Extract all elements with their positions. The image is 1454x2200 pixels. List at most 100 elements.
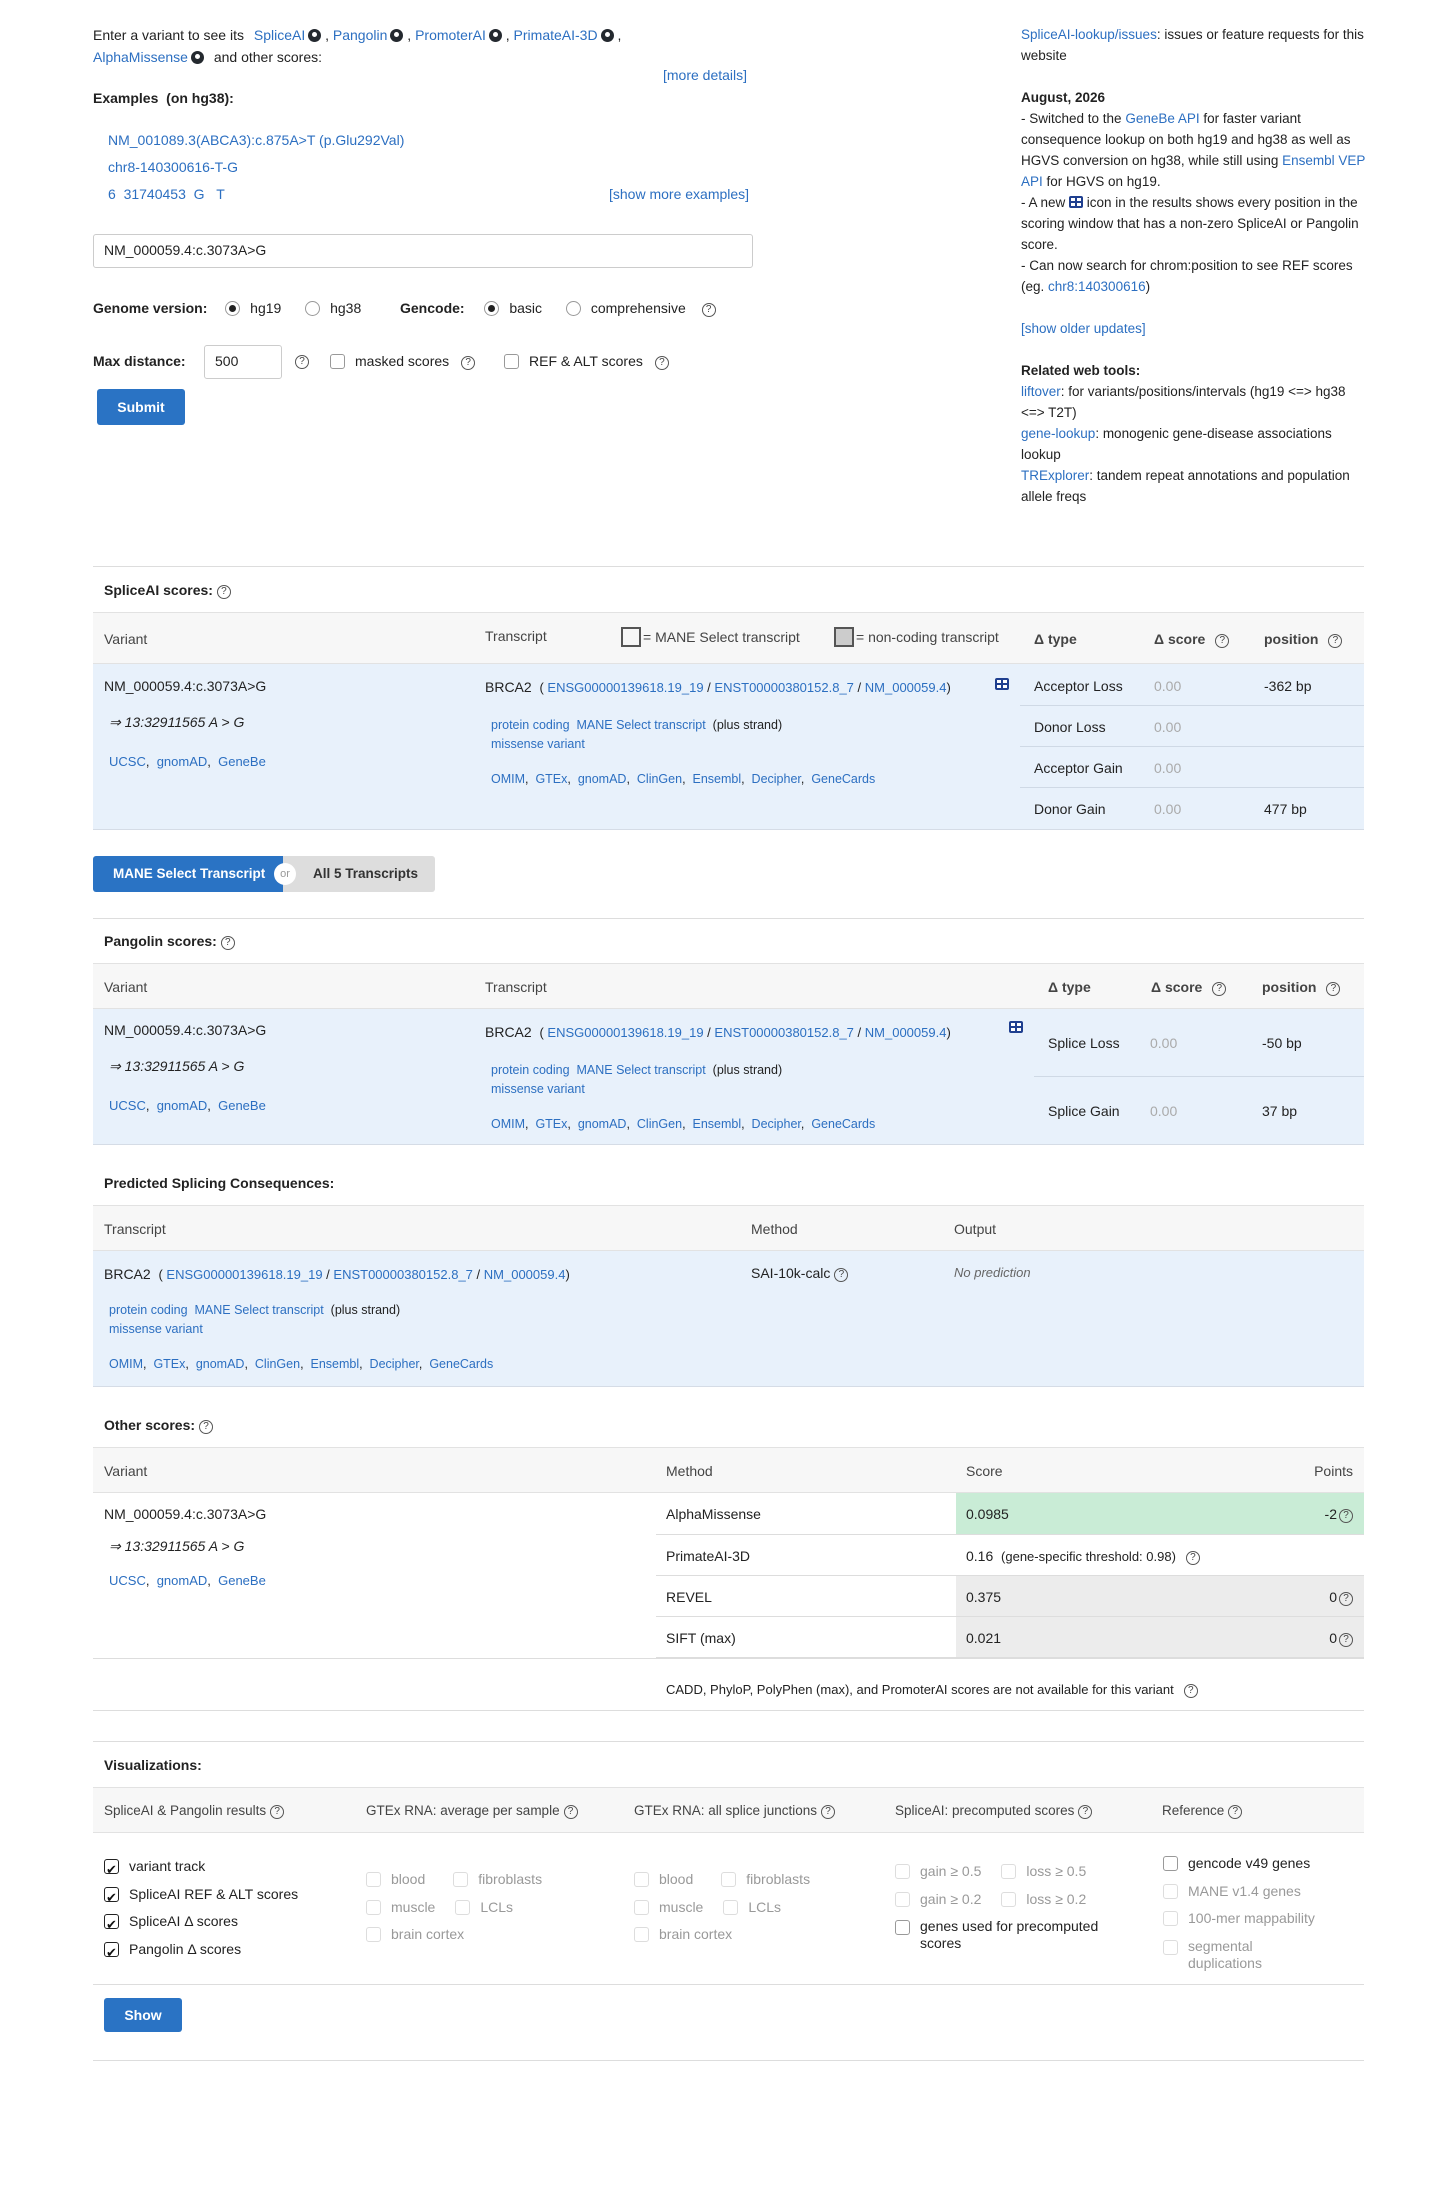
radio-comprehensive[interactable]: comprehensive [565,300,686,316]
help-icon[interactable]: ? [654,356,669,370]
example-1[interactable]: NM_001089.3(ABCA3):c.875A>T (p.Glu292Val… [108,132,404,148]
other-scores-header: Variant Method Score Points [93,1447,1364,1493]
segdups-checkbox[interactable]: segmental duplications [1163,1938,1363,1972]
nm-link[interactable]: NM_000059.4 [865,680,947,695]
loss-02-checkbox[interactable]: loss ≥ 0.2 [1001,1891,1086,1907]
junction-brain-checkbox[interactable]: brain cortex [634,1921,810,1949]
score-row-alphamissense: AlphaMissense 0.0985 -2? [656,1493,1364,1535]
pangolin-delta-checkbox[interactable]: Pangolin Δ scores [104,1936,298,1967]
mappability-checkbox[interactable]: 100-mer mappability [1163,1905,1363,1933]
spliceai-row-4: Donor Gain 0.00 477 bp [1034,801,1307,817]
table-icon[interactable] [1009,1021,1023,1033]
visualizations-title: Visualizations: [104,1757,202,1773]
submit-button[interactable]: Submit [97,389,185,425]
help-icon[interactable]: ? [1212,982,1227,996]
help-icon[interactable]: ? [461,356,476,370]
radio-hg19[interactable]: hg19 [225,300,281,316]
divider [93,1741,1364,1742]
loss-05-checkbox[interactable]: loss ≥ 0.5 [1001,1863,1086,1879]
more-details-link[interactable]: [more details] [663,67,747,83]
issues-link[interactable]: SpliceAI-lookup/issues [1021,27,1157,42]
spliceai-link[interactable]: SpliceAI [254,27,322,43]
help-icon[interactable]: ? [1228,1805,1243,1819]
enst-link[interactable]: ENST00000380152.8_7 [714,680,854,695]
spliceai-ref-alt-checkbox[interactable]: SpliceAI REF & ALT scores [104,1881,298,1912]
updates-date: August, 2026 [1021,90,1106,105]
help-icon[interactable]: ? [216,585,231,599]
genebe-link[interactable]: GeneBe [218,754,266,769]
junction-blood-checkbox[interactable]: blood [634,1871,693,1887]
help-icon[interactable]: ? [1339,1633,1353,1647]
gtex-fibroblasts-checkbox[interactable]: fibroblasts [453,1871,542,1887]
help-icon[interactable]: ? [220,936,235,950]
help-icon[interactable]: ? [1326,982,1341,996]
viz-header: SpliceAI & Pangolin results? GTEx RNA: a… [93,1787,1364,1833]
junction-lcls-checkbox[interactable]: LCLs [723,1899,781,1915]
max-distance-input[interactable]: 500 [204,345,282,379]
help-icon[interactable]: ? [834,1268,849,1282]
help-icon[interactable]: ? [1185,1551,1200,1565]
gtex-blood-checkbox[interactable]: blood [366,1871,425,1887]
example-position-link[interactable]: chr8:140300616 [1048,279,1146,294]
junction-muscle-checkbox[interactable]: muscle [634,1899,703,1915]
radio-basic[interactable]: basic [484,300,542,316]
table-icon[interactable] [995,678,1009,690]
transcript-toggle: MANE Select Transcript All 5 Transcripts… [93,856,435,892]
liftover-link[interactable]: liftover [1021,384,1061,399]
help-icon[interactable]: ? [1215,634,1230,648]
ucsc-link[interactable]: UCSC [109,754,146,769]
mane-genes-checkbox[interactable]: MANE v1.4 genes [1163,1878,1363,1906]
help-icon[interactable]: ? [1339,1509,1353,1523]
gene-lookup-link[interactable]: gene-lookup [1021,426,1095,441]
gtex-muscle-checkbox[interactable]: muscle [366,1899,435,1915]
primateai-link[interactable]: PrimateAI-3D [514,27,614,43]
example-3[interactable]: 6 31740453 G T [108,186,225,202]
help-icon[interactable]: ? [563,1805,578,1819]
genebe-api-link[interactable]: GeneBe API [1125,111,1199,126]
gain-05-checkbox[interactable]: gain ≥ 0.5 [895,1863,981,1879]
update-1: - Switched to the GeneBe API for faster … [1021,111,1366,189]
intro-text: Enter a variant to see its SpliceAI , Pa… [93,27,622,65]
all-transcripts-toggle-button[interactable]: All 5 Transcripts [283,856,435,892]
junction-fibroblasts-checkbox[interactable]: fibroblasts [721,1871,810,1887]
variant-track-checkbox[interactable]: variant track [104,1853,298,1885]
viz-gtex-avg-options: blood fibroblasts muscle LCLs brain cortex [366,1866,542,1949]
spliceai-delta-checkbox[interactable]: SpliceAI Δ scores [104,1908,298,1940]
example-2[interactable]: chr8-140300616-T-G [108,159,238,175]
show-more-examples-link[interactable]: [show more examples] [609,186,749,202]
score-row-sift: SIFT (max) 0.021 0? [656,1617,1364,1658]
ensg-link[interactable]: ENSG00000139618.19_19 [547,680,703,695]
precomputed-genes-checkbox[interactable]: genes used for precomputed scores [895,1918,1125,1952]
variant-search-input[interactable]: NM_000059.4:c.3073A>G [93,234,753,268]
help-icon[interactable]: ? [1078,1805,1093,1819]
help-icon[interactable]: ? [295,355,309,369]
trexplorer-link[interactable]: TRExplorer [1021,468,1089,483]
score-row-revel: REVEL 0.375 0? [656,1576,1364,1617]
alphamissense-link[interactable]: AlphaMissense [93,49,204,65]
pangolin-link[interactable]: Pangolin [333,27,404,43]
variant-name: NM_000059.4:c.3073A>G [104,678,267,694]
show-button[interactable]: Show [104,1998,182,2032]
github-icon [600,29,614,42]
show-older-updates-link[interactable]: [show older updates] [1021,321,1146,336]
gencode-genes-checkbox[interactable]: gencode v49 genes [1163,1850,1363,1878]
mane-select-toggle-button[interactable]: MANE Select Transcript [93,856,283,892]
help-icon[interactable]: ? [821,1805,836,1819]
help-icon[interactable]: ? [1339,1592,1353,1606]
help-icon[interactable]: ? [701,303,716,317]
help-icon[interactable]: ? [1183,1684,1198,1698]
gnomad-link[interactable]: gnomAD [157,754,208,769]
table-icon [1069,196,1084,208]
help-icon[interactable]: ? [199,1420,214,1434]
promoterai-link[interactable]: PromoterAI [415,27,502,43]
radio-hg38[interactable]: hg38 [305,300,361,316]
ref-alt-scores-checkbox[interactable]: REF & ALT scores? [504,353,669,370]
masked-scores-checkbox[interactable]: masked scores? [330,353,476,370]
spliceai-table-header: Variant Transcript = MANE Select transcr… [93,612,1364,664]
gain-02-checkbox[interactable]: gain ≥ 0.2 [895,1891,981,1907]
gtex-brain-checkbox[interactable]: brain cortex [366,1921,542,1949]
help-icon[interactable]: ? [270,1805,285,1819]
gtex-lcls-checkbox[interactable]: LCLs [455,1899,513,1915]
genome-version-row: Genome version: hg19 hg38 [93,300,362,316]
help-icon[interactable]: ? [1328,634,1343,648]
